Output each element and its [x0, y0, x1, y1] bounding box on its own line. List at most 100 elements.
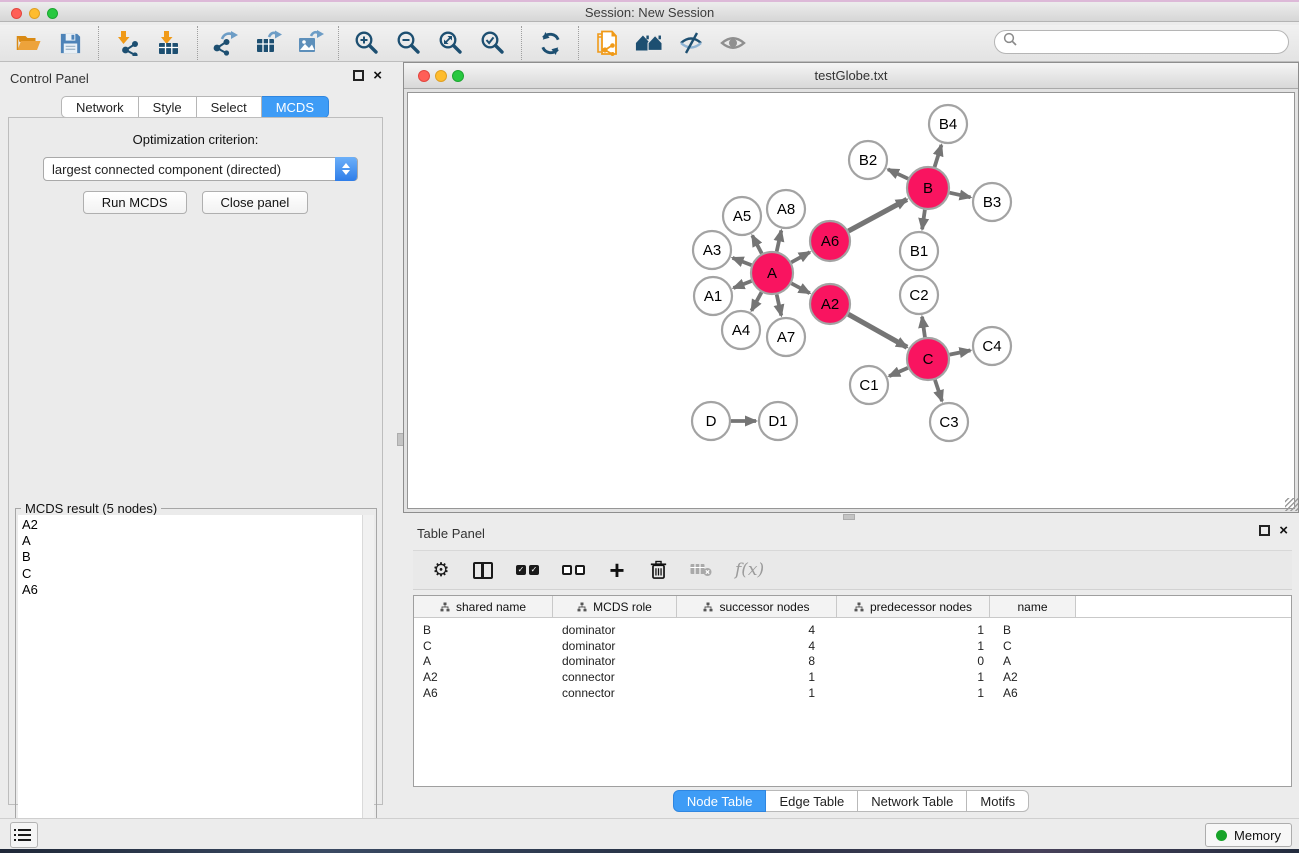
float-table-panel-icon[interactable] — [1259, 525, 1270, 536]
mcds-result-item[interactable]: C — [22, 566, 362, 582]
network-window-titlebar[interactable]: testGlobe.txt — [404, 63, 1298, 89]
graph-node-A2[interactable]: A2 — [810, 284, 850, 324]
graph-node-A6[interactable]: A6 — [810, 221, 850, 261]
clone-network-icon[interactable] — [593, 29, 621, 57]
graph-node-A4[interactable]: A4 — [722, 311, 760, 349]
cell-role: dominator — [553, 623, 677, 637]
import-network-icon[interactable] — [113, 29, 141, 57]
select-all-icon[interactable]: ✓✓ — [516, 565, 539, 575]
table-row[interactable]: A2connector11A2 — [414, 669, 1291, 685]
add-column-icon[interactable]: + — [608, 560, 626, 580]
session-title: Session: New Session — [0, 5, 1299, 20]
graph-node-A[interactable]: A — [751, 252, 793, 294]
save-session-icon[interactable] — [56, 29, 84, 57]
table-row[interactable]: Bdominator41B — [414, 622, 1291, 638]
column-name[interactable]: name — [990, 596, 1076, 617]
graph-node-B[interactable]: B — [907, 167, 949, 209]
svg-text:C: C — [923, 351, 934, 368]
zoom-selected-icon[interactable] — [479, 29, 507, 57]
dropdown-stepper-icon[interactable] — [335, 157, 357, 181]
resize-grip-icon[interactable] — [1285, 498, 1298, 511]
close-panel-button[interactable]: Close panel — [202, 191, 309, 214]
graph-node-A7[interactable]: A7 — [767, 318, 805, 356]
graph-node-A1[interactable]: A1 — [694, 277, 732, 315]
graph-node-D[interactable]: D — [692, 402, 730, 440]
tab-edge-table[interactable]: Edge Table — [766, 790, 858, 812]
delete-column-icon[interactable] — [649, 560, 667, 580]
open-session-icon[interactable] — [14, 29, 42, 57]
svg-text:B3: B3 — [983, 194, 1001, 211]
graph-node-C1[interactable]: C1 — [850, 366, 888, 404]
graph-node-B1[interactable]: B1 — [900, 232, 938, 270]
deselect-all-icon[interactable] — [562, 565, 585, 575]
function-builder-icon[interactable]: f(x) — [735, 560, 764, 580]
graph-node-C2[interactable]: C2 — [900, 276, 938, 314]
tab-style[interactable]: Style — [139, 96, 197, 118]
gear-icon[interactable]: ⚙ — [432, 561, 450, 579]
close-panel-icon[interactable]: × — [373, 70, 382, 81]
mcds-result-item[interactable]: A — [22, 533, 362, 549]
tab-node-table[interactable]: Node Table — [673, 790, 767, 812]
task-history-button[interactable] — [10, 822, 38, 848]
column-successor-nodes[interactable]: successor nodes — [677, 596, 837, 617]
graph-nodes[interactable]: B4 B2 B B3 A5A8A6 A3 A B1 A1 A2 C2 A4A7 C C4 C1 C3 D D1 — [692, 105, 1011, 441]
table-row[interactable]: Cdominator41C — [414, 638, 1291, 654]
export-image-icon[interactable] — [296, 29, 324, 57]
svg-text:A1: A1 — [704, 288, 722, 305]
run-mcds-button[interactable]: Run MCDS — [83, 191, 187, 214]
tab-select[interactable]: Select — [197, 96, 262, 118]
cell-predecessors: 1 — [837, 670, 990, 684]
import-table-icon[interactable] — [155, 29, 183, 57]
refresh-icon[interactable] — [536, 29, 564, 57]
cell-name: A2 — [990, 670, 1076, 684]
graph-node-C3[interactable]: C3 — [930, 403, 968, 441]
split-column-icon[interactable] — [473, 562, 493, 579]
birdseye-view-icon[interactable] — [719, 29, 747, 57]
mcds-result-list: A2ABCA6 — [18, 515, 362, 851]
zoom-fit-icon[interactable] — [437, 29, 465, 57]
memory-button[interactable]: Memory — [1205, 823, 1292, 847]
graph-node-D1[interactable]: D1 — [759, 402, 797, 440]
list-icon — [18, 829, 31, 842]
control-panel-title: Control Panel — [10, 71, 89, 86]
criterion-dropdown[interactable]: largest connected component (directed) — [43, 157, 358, 181]
svg-text:D1: D1 — [768, 413, 787, 430]
search-input[interactable] — [994, 30, 1289, 54]
column-predecessor-nodes[interactable]: predecessor nodes — [837, 596, 990, 617]
graph-node-A5[interactable]: A5 — [723, 197, 761, 235]
network-view-left-scrollbar[interactable] — [390, 62, 403, 818]
table-row[interactable]: A6connector11A6 — [414, 685, 1291, 701]
home-icon[interactable] — [635, 29, 663, 57]
mcds-result-item[interactable]: A6 — [22, 582, 362, 598]
delete-table-icon[interactable] — [690, 563, 712, 577]
graph-node-C[interactable]: C — [907, 338, 949, 380]
column-mcds-role[interactable]: MCDS role — [553, 596, 677, 617]
mcds-result-item[interactable]: B — [22, 549, 362, 565]
tab-network-table[interactable]: Network Table — [858, 790, 967, 812]
result-scrollbar[interactable] — [362, 515, 374, 851]
tab-network[interactable]: Network — [61, 96, 139, 118]
tab-motifs[interactable]: Motifs — [967, 790, 1029, 812]
graph-node-C4[interactable]: C4 — [973, 327, 1011, 365]
graph-node-B2[interactable]: B2 — [849, 141, 887, 179]
show-hide-details-icon[interactable] — [677, 29, 705, 57]
float-panel-icon[interactable] — [353, 70, 364, 81]
column-shared-name[interactable]: shared name — [414, 596, 553, 617]
zoom-in-icon[interactable] — [353, 29, 381, 57]
network-window-title: testGlobe.txt — [404, 68, 1298, 83]
graph-node-B3[interactable]: B3 — [973, 183, 1011, 221]
close-table-panel-icon[interactable]: × — [1279, 525, 1288, 536]
network-canvas[interactable]: B4 B2 B B3 A5A8A6 A3 A B1 A1 A2 C2 A4A7 C C4 C1 C3 D D1 — [407, 92, 1295, 509]
network-view-bottom-scrollbar[interactable] — [403, 513, 1299, 520]
export-network-icon[interactable] — [212, 29, 240, 57]
cell-predecessors: 1 — [837, 686, 990, 700]
tab-mcds[interactable]: MCDS — [262, 96, 329, 118]
graph-node-A8[interactable]: A8 — [767, 190, 805, 228]
mcds-result-item[interactable]: A2 — [22, 517, 362, 533]
export-table-icon[interactable] — [254, 29, 282, 57]
zoom-out-icon[interactable] — [395, 29, 423, 57]
cell-successors: 1 — [677, 686, 837, 700]
graph-node-B4[interactable]: B4 — [929, 105, 967, 143]
graph-node-A3[interactable]: A3 — [693, 231, 731, 269]
table-row[interactable]: Adominator80A — [414, 653, 1291, 669]
